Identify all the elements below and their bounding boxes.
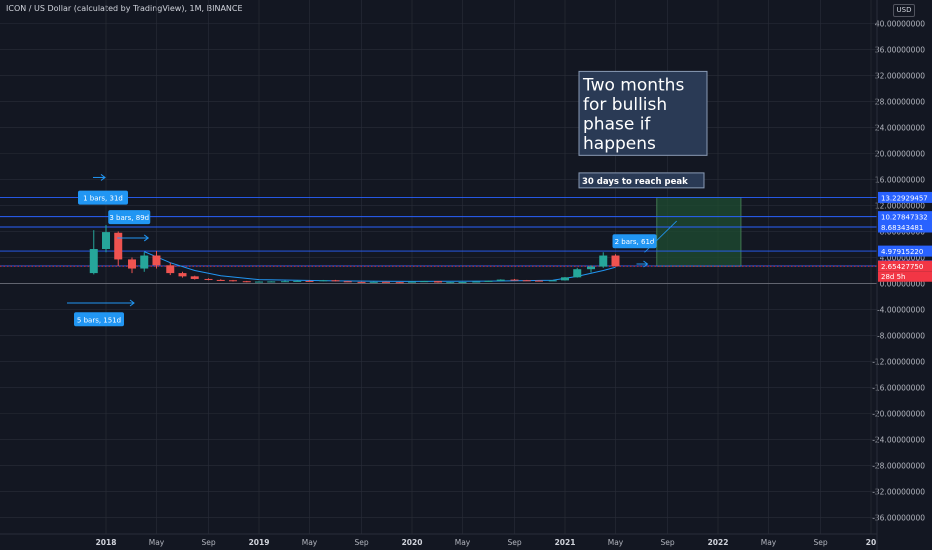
candle-down [128, 259, 137, 269]
x-tick-label: 2021 [555, 538, 576, 547]
candle-down [381, 281, 390, 283]
x-tick-label: Sep [660, 538, 674, 547]
y-tick-label: -20.00000000 [872, 410, 925, 419]
y-tick-label: 16.00000000 [875, 175, 925, 184]
y-tick-label: -4.00000000 [877, 306, 925, 315]
x-tick-label: 2020 [402, 538, 423, 547]
y-tick-label: -24.00000000 [872, 436, 925, 445]
y-tick-label: -28.00000000 [872, 462, 925, 471]
candle-down [343, 281, 352, 283]
x-tick-label: Sep [354, 538, 368, 547]
candle-up [573, 269, 582, 278]
candle-up [102, 232, 110, 250]
x-tick-label: 2022 [708, 538, 729, 547]
candle-up [561, 277, 569, 281]
y-tick-label: 20.00000000 [875, 149, 925, 158]
y-tick-label: 24.00000000 [875, 123, 925, 132]
candle-up [369, 281, 378, 283]
x-tick-label: 2018 [96, 538, 117, 547]
candle-down [357, 281, 366, 283]
price-chart[interactable]: 1 bars, 31d 3 bars, 89d 5 bars, 151d 2 bars… [0, 0, 932, 550]
y-tick-label: -8.00000000 [877, 332, 925, 341]
x-tick-label: May [608, 538, 624, 547]
candle-down [228, 280, 237, 282]
price-level-label: 4.97915220 [881, 248, 923, 256]
note-box-main-line: for bullish [583, 95, 667, 115]
y-tick-label: -12.00000000 [872, 358, 925, 367]
candle-down [216, 279, 225, 281]
target-zone-layer [656, 197, 742, 267]
x-tick-label: 2019 [249, 538, 270, 547]
price-level-label: 10.27847332 [881, 214, 928, 222]
candle-up [319, 280, 328, 282]
price-level-label: 2.65427750 [881, 263, 923, 271]
x-axis[interactable]: 2018 May Sep 2019 May Sep 2020 May Sep 2021 May Sep… [0, 533, 877, 547]
candle-up [293, 280, 302, 282]
x-tick-label: May [455, 538, 471, 547]
candle-up [496, 279, 505, 281]
x-tick-label: Sep [813, 538, 827, 547]
y-tick-label: 28.00000000 [875, 97, 925, 106]
candle-down [331, 280, 340, 282]
note-box-main-line: Two months [582, 75, 684, 95]
candle-up [140, 255, 149, 269]
note-box-small-line: 30 days to reach peak [582, 177, 688, 187]
range-badge-3-label: 5 bars, 151d [77, 316, 121, 324]
y-tick-label: 40.00000000 [875, 19, 925, 28]
note-box-main-line: phase if [583, 114, 651, 134]
candle-down [190, 276, 199, 279]
candle-down [434, 281, 443, 283]
candle-down [178, 273, 187, 277]
price-level-label: 8.68343481 [881, 224, 923, 232]
candle-up [548, 280, 557, 282]
x-tick-label: May [302, 538, 318, 547]
candle-down [510, 279, 519, 281]
candle-up [599, 255, 608, 267]
y-tick-label: -16.00000000 [872, 384, 925, 393]
candle-up [267, 281, 276, 283]
range-badge-4-label: 2 bars, 61d [615, 238, 655, 246]
candle-down [166, 265, 175, 274]
candle-down [305, 280, 314, 282]
annotations: 1 bars, 31d 3 bars, 89d 5 bars, 151d 2 bars… [67, 70, 708, 327]
y-tick-label: 36.00000000 [875, 45, 925, 54]
candle-down [114, 232, 123, 260]
candle-down [242, 281, 251, 283]
x-tick-label: 20 [866, 538, 876, 547]
candle-down [522, 280, 531, 282]
x-tick-label: May [761, 538, 777, 547]
candle-up [89, 249, 98, 274]
note-box-main-line: happens [583, 134, 656, 154]
candle-up [472, 281, 481, 283]
candle-up [458, 282, 467, 284]
y-tick-label: 32.00000000 [875, 71, 925, 80]
x-tick-label: May [149, 538, 165, 547]
candle-up [408, 281, 416, 283]
target-zone [656, 197, 742, 267]
x-tick-label: Sep [507, 538, 521, 547]
candle-down [204, 278, 213, 280]
candles [89, 224, 620, 284]
y-tick-label: -36.00000000 [872, 514, 925, 523]
candle-up [281, 281, 290, 283]
candle-up [587, 266, 596, 270]
countdown-label: 28d 5h [881, 273, 905, 281]
range-badge-2-label: 3 bars, 89d [109, 214, 149, 222]
candle-down [152, 255, 161, 266]
candle-down [395, 282, 404, 284]
y-axis[interactable]: 40.00000000 36.00000000 32.00000000 28.0000… [872, 0, 932, 550]
candle-up [446, 282, 455, 284]
y-tick-label: -32.00000000 [872, 488, 925, 497]
candle-up [420, 281, 429, 283]
candle-down [534, 280, 543, 282]
x-tick-label: Sep [201, 538, 215, 547]
candle-down [611, 255, 620, 267]
candle-up [255, 281, 263, 283]
candle-up [484, 280, 493, 282]
range-badge-1-label: 1 bars, 31d [83, 195, 123, 203]
price-level-label: 13.22929457 [881, 194, 928, 202]
